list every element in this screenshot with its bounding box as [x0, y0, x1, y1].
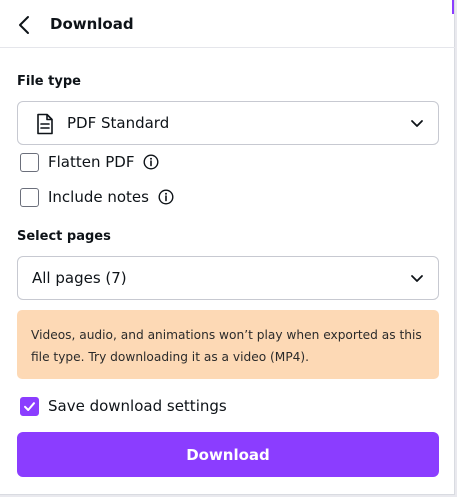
back-button[interactable] [12, 12, 38, 38]
download-panel: Download File type PDF Standard Flatten … [0, 0, 455, 495]
page-title: Download [50, 15, 134, 33]
file-type-select[interactable]: PDF Standard [17, 101, 439, 145]
pages-select[interactable]: All pages (7) [17, 256, 439, 300]
file-type-value: PDF Standard [67, 114, 170, 132]
include-notes-checkbox[interactable] [20, 187, 39, 207]
select-pages-label: Select pages [17, 229, 111, 244]
flatten-pdf-checkbox[interactable] [20, 152, 39, 172]
info-icon[interactable] [143, 154, 159, 170]
chevron-left-icon [19, 16, 29, 34]
panel-header: Download [0, 0, 455, 48]
flatten-pdf-label: Flatten PDF [48, 153, 135, 171]
format-warning-notice: Videos, audio, and animations won’t play… [17, 310, 439, 379]
document-icon [37, 113, 53, 135]
pages-value: All pages (7) [32, 269, 127, 287]
checkmark-icon [24, 401, 35, 411]
file-type-label: File type [17, 74, 81, 89]
save-settings-checkbox[interactable] [20, 396, 39, 416]
flatten-pdf-option[interactable]: Flatten PDF [20, 151, 159, 173]
info-icon[interactable] [158, 189, 174, 205]
chevron-down-icon [411, 120, 423, 127]
download-button[interactable]: Download [17, 432, 439, 477]
save-settings-option[interactable]: Save download settings [20, 395, 227, 417]
chevron-down-icon [411, 275, 423, 282]
save-settings-label: Save download settings [48, 397, 227, 415]
include-notes-option[interactable]: Include notes [20, 186, 174, 208]
include-notes-label: Include notes [48, 188, 149, 206]
